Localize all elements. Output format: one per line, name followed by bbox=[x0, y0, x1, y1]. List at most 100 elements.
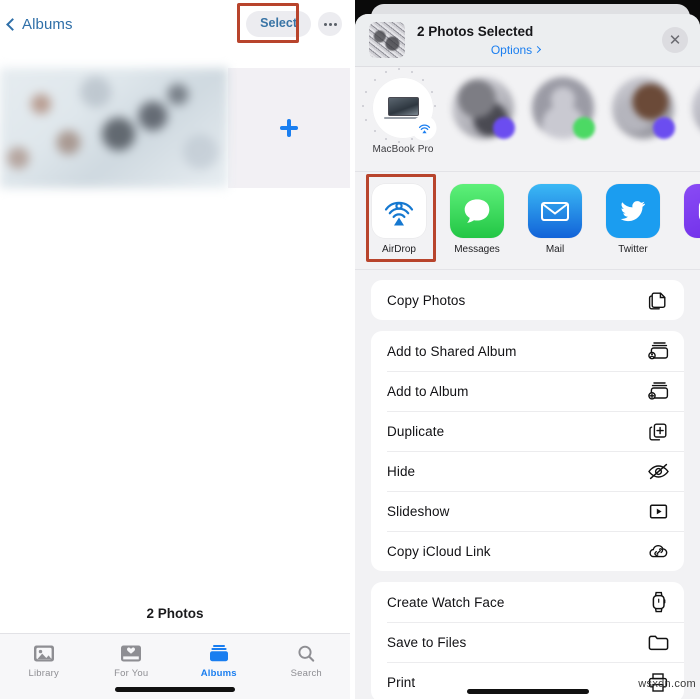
shared-album-icon bbox=[646, 339, 670, 363]
options-label: Options bbox=[490, 42, 533, 57]
add-photo-cell[interactable] bbox=[228, 68, 350, 188]
app-label: Mail bbox=[545, 244, 565, 255]
action-create-watch-face[interactable]: Create Watch Face bbox=[371, 582, 684, 622]
action-slideshow[interactable]: Slideshow bbox=[371, 491, 684, 531]
contact-person-2[interactable] bbox=[531, 77, 595, 155]
contact-person-1[interactable] bbox=[451, 77, 515, 155]
instagram-icon bbox=[684, 184, 700, 238]
watch-icon bbox=[646, 590, 670, 614]
action-add-to-album[interactable]: Add to Album bbox=[371, 371, 684, 411]
airdrop-badge-icon bbox=[413, 117, 435, 139]
action-label: Copy Photos bbox=[387, 292, 466, 308]
action-label: Hide bbox=[387, 463, 416, 479]
hide-eye-icon bbox=[646, 459, 670, 483]
albums-icon bbox=[207, 642, 231, 664]
options-button[interactable]: Options bbox=[417, 43, 650, 57]
purple-badge-icon bbox=[653, 117, 675, 139]
action-label: Copy iCloud Link bbox=[387, 543, 491, 559]
avatar bbox=[612, 77, 675, 139]
share-target-partial[interactable] bbox=[683, 184, 700, 244]
contact-name bbox=[691, 144, 700, 155]
ellipsis-icon[interactable] bbox=[318, 12, 342, 36]
avatar bbox=[532, 77, 595, 139]
folder-icon bbox=[646, 630, 670, 654]
photo-thumbnail[interactable] bbox=[0, 68, 228, 188]
for-you-heart-icon bbox=[119, 642, 143, 664]
messages-icon bbox=[450, 184, 504, 238]
chevron-right-icon bbox=[534, 46, 542, 54]
nav-right-actions: Select bbox=[246, 11, 342, 37]
select-button[interactable]: Select bbox=[246, 11, 311, 37]
photos-library-icon bbox=[32, 642, 56, 664]
tab-library[interactable]: Library bbox=[0, 642, 88, 679]
plus-icon bbox=[280, 119, 298, 137]
avatar bbox=[362, 68, 439, 144]
share-actions-list: Copy Photos Add to Shared Album Add to A… bbox=[355, 270, 700, 699]
action-hide[interactable]: Hide bbox=[371, 451, 684, 491]
share-sheet-panel: 2 Photos Selected Options ✕ MacBook Pro … bbox=[355, 0, 700, 699]
tab-bar: Library For You Albums Search bbox=[0, 633, 350, 699]
action-label: Slideshow bbox=[387, 503, 450, 519]
photo-grid bbox=[0, 68, 350, 188]
share-sheet-title-block: 2 Photos Selected Options bbox=[417, 23, 650, 57]
slideshow-icon bbox=[646, 499, 670, 523]
action-group-2: Add to Shared Album Add to Album Duplica… bbox=[371, 331, 684, 571]
navigation-bar: Albums Select bbox=[0, 0, 350, 48]
share-sheet-header: 2 Photos Selected Options ✕ bbox=[355, 14, 700, 67]
twitter-icon bbox=[606, 184, 660, 238]
tab-albums[interactable]: Albums bbox=[175, 642, 263, 679]
share-apps-row: AirDrop Messages Mail Twitter bbox=[355, 172, 700, 270]
action-label: Save to Files bbox=[387, 634, 467, 650]
person-photo bbox=[692, 77, 700, 139]
share-target-messages[interactable]: Messages bbox=[449, 184, 505, 255]
contact-name: MacBook Pro bbox=[372, 144, 434, 155]
home-indicator bbox=[466, 689, 589, 694]
tab-for-you[interactable]: For You bbox=[88, 642, 176, 679]
app-label: Twitter bbox=[618, 244, 648, 255]
share-sheet-title: 2 Photos Selected bbox=[417, 24, 534, 40]
contact-name bbox=[451, 144, 515, 155]
action-add-to-shared-album[interactable]: Add to Shared Album bbox=[371, 331, 684, 371]
action-save-to-files[interactable]: Save to Files bbox=[371, 622, 684, 662]
home-indicator bbox=[115, 687, 235, 692]
screenshot-root: Albums Select 2 Photos Library For You A… bbox=[0, 0, 700, 699]
tab-albums-label: Albums bbox=[200, 668, 237, 679]
contact-macbook-pro[interactable]: MacBook Pro bbox=[362, 68, 439, 155]
contact-name bbox=[611, 144, 675, 155]
add-album-icon bbox=[646, 379, 670, 403]
photos-app-panel: Albums Select 2 Photos Library For You A… bbox=[0, 0, 350, 699]
back-label: Albums bbox=[22, 15, 73, 33]
action-copy-icloud-link[interactable]: Copy iCloud Link bbox=[371, 531, 684, 571]
contact-person-3[interactable] bbox=[611, 77, 675, 155]
duplicate-icon bbox=[646, 419, 670, 443]
share-target-mail[interactable]: Mail bbox=[527, 184, 583, 255]
share-apps-wrap: AirDrop Messages Mail Twitter bbox=[355, 172, 700, 270]
green-badge-icon bbox=[573, 117, 595, 139]
copy-icon bbox=[646, 288, 670, 312]
action-label: Add to Shared Album bbox=[387, 343, 517, 359]
action-label: Add to Album bbox=[387, 383, 469, 399]
photo-count-label: 2 Photos bbox=[146, 606, 204, 621]
icloud-link-icon bbox=[646, 539, 670, 563]
avatar bbox=[452, 77, 515, 139]
action-copy-photos[interactable]: Copy Photos bbox=[371, 280, 684, 320]
airdrop-contacts-row: MacBook Pro bbox=[355, 67, 700, 172]
action-label: Print bbox=[387, 674, 416, 690]
contact-name bbox=[531, 144, 595, 155]
tab-search[interactable]: Search bbox=[263, 642, 351, 679]
chevron-left-icon bbox=[6, 17, 19, 31]
avatar bbox=[692, 77, 700, 139]
share-sheet: 2 Photos Selected Options ✕ MacBook Pro … bbox=[355, 14, 700, 699]
contact-person-4[interactable] bbox=[691, 77, 700, 155]
tab-search-label: Search bbox=[290, 668, 322, 679]
selected-photo-thumbnail bbox=[369, 22, 405, 58]
share-target-twitter[interactable]: Twitter bbox=[605, 184, 661, 255]
share-target-airdrop[interactable]: AirDrop bbox=[371, 184, 427, 255]
airdrop-icon bbox=[372, 184, 426, 238]
close-icon[interactable]: ✕ bbox=[662, 27, 688, 53]
action-duplicate[interactable]: Duplicate bbox=[371, 411, 684, 451]
watermark: wsxdn.com bbox=[638, 678, 696, 690]
action-label: Create Watch Face bbox=[387, 594, 505, 610]
back-to-albums-button[interactable]: Albums bbox=[6, 15, 73, 33]
action-group-1: Copy Photos bbox=[371, 280, 684, 320]
